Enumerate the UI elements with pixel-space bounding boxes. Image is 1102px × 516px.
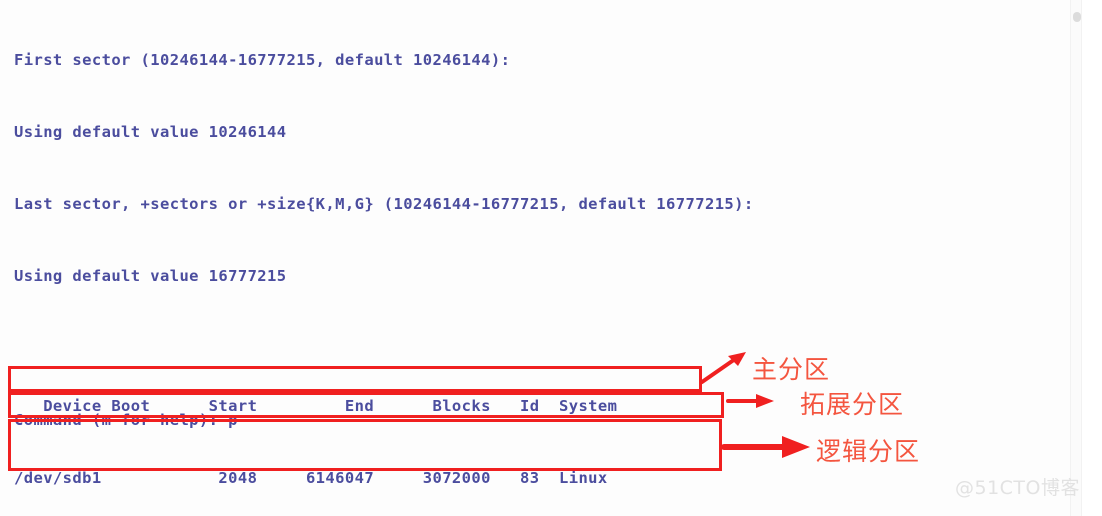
terminal-line: Using default value 10246144 <box>14 123 287 141</box>
watermark: @51CTO博客 <box>954 477 1080 499</box>
annotation-label-extended: 拓展分区 <box>800 390 905 419</box>
partition-table-header: Device Boot Start End Blocks Id System <box>14 397 618 415</box>
scrollbar-track[interactable] <box>1070 0 1082 516</box>
terminal-screenshot: First sector (10246144-16777215, default… <box>0 0 1102 516</box>
right-gutter <box>1082 0 1102 516</box>
scrollbar-thumb[interactable] <box>1073 12 1081 22</box>
annotation-label-logical: 逻辑分区 <box>816 437 921 466</box>
terminal-line: Using default value 16777215 <box>14 267 287 285</box>
annotation-label-primary: 主分区 <box>752 355 831 384</box>
terminal-prompt: Command (m for help): <box>14 486 1074 516</box>
terminal-line: Last sector, +sectors or +size{K,M,G} (1… <box>14 195 754 213</box>
terminal-line: First sector (10246144-16777215, default… <box>14 51 511 69</box>
